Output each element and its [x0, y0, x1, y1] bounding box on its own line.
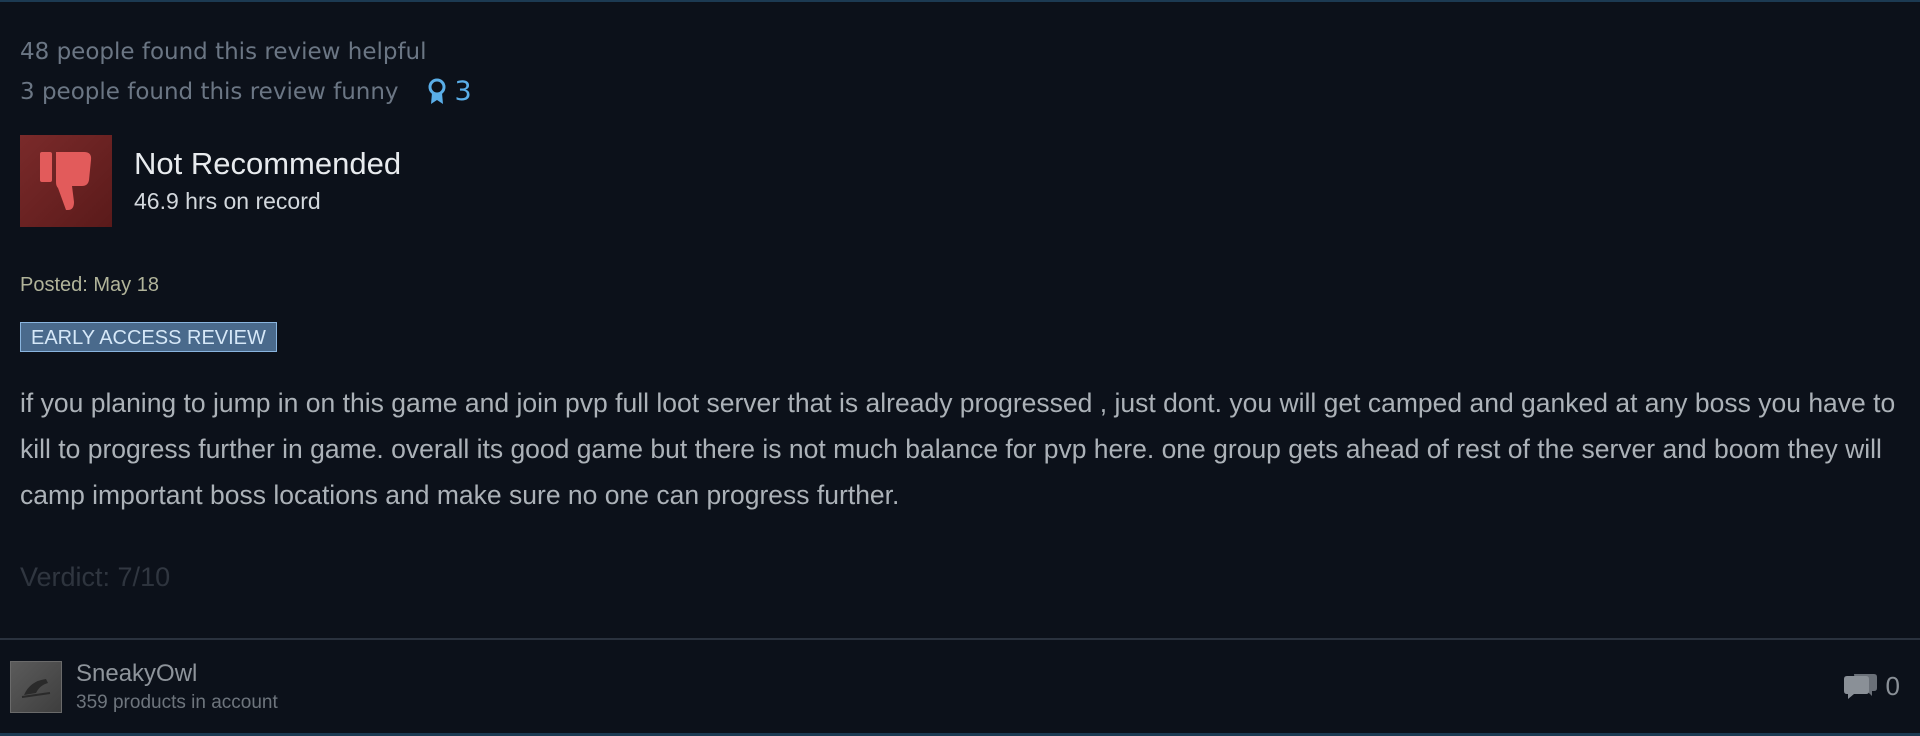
- comments-link[interactable]: 0: [1842, 670, 1900, 702]
- hours-on-record: 46.9 hrs on record: [134, 188, 321, 214]
- avatar[interactable]: [10, 661, 62, 713]
- author-name[interactable]: SneakyOwl: [76, 658, 278, 690]
- verdict-text: Not Recommended 46.9 hrs on record: [134, 144, 401, 218]
- divider: [0, 638, 1920, 640]
- funny-count-text: 3 people found this review funny: [20, 79, 399, 105]
- review-verdict-line: Verdict: 7/10: [20, 562, 171, 592]
- author-text: SneakyOwl 359 products in account: [76, 658, 278, 716]
- funny-row: 3 people found this review funny 3: [20, 72, 472, 112]
- owl-avatar-icon: [21, 679, 51, 698]
- review-author[interactable]: SneakyOwl 359 products in account: [10, 658, 278, 716]
- review-body: if you planing to jump in on this game a…: [20, 388, 1896, 510]
- review-card: 48 people found this review helpful 3 pe…: [0, 0, 1920, 736]
- award-badge[interactable]: 3: [427, 72, 472, 112]
- review-verdict: Not Recommended 46.9 hrs on record: [20, 135, 401, 227]
- text-fade-overlay: [0, 522, 1920, 602]
- verdict-title[interactable]: Not Recommended: [134, 144, 401, 184]
- comment-bubbles-icon: [1843, 674, 1877, 699]
- thumbs-down-icon: [40, 152, 92, 210]
- early-access-badge: EARLY ACCESS REVIEW: [20, 322, 277, 352]
- helpful-count-text: 48 people found this review helpful: [20, 39, 427, 65]
- thumbs-down-box: [20, 135, 112, 227]
- award-ribbon-icon: [428, 78, 446, 104]
- author-products: 359 products in account: [76, 692, 278, 713]
- comment-count: 0: [1885, 670, 1900, 701]
- award-count: 3: [454, 76, 472, 107]
- review-helpfulness: 48 people found this review helpful 3 pe…: [20, 32, 472, 112]
- posted-date: Posted: May 18: [20, 274, 159, 296]
